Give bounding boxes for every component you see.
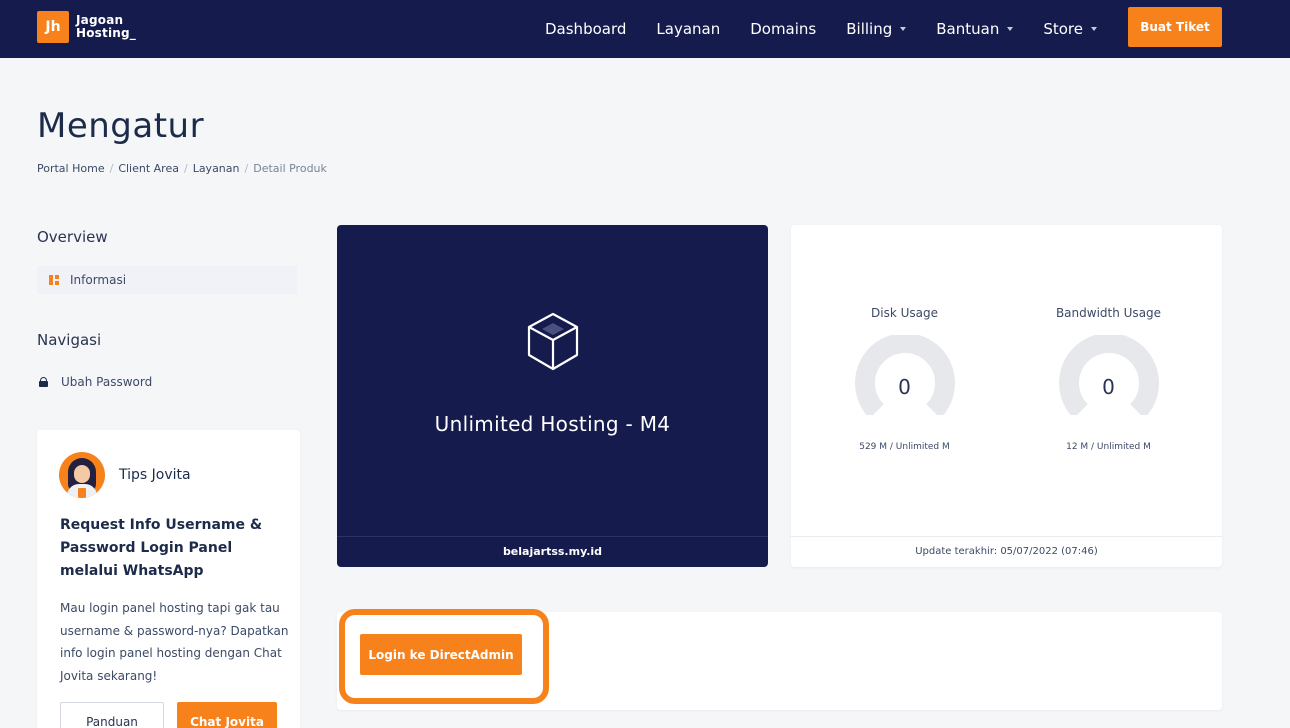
nav-layanan[interactable]: Layanan (656, 20, 720, 38)
caret-down-icon (900, 27, 907, 31)
bandwidth-usage-value: 0 (1102, 375, 1115, 399)
avatar (59, 452, 105, 498)
dashboard-icon (49, 275, 59, 285)
logo-mark-icon: Jh (37, 11, 69, 43)
breadcrumb-current: Detail Produk (253, 162, 327, 175)
usage-card: Disk Usage 0 529 M / Unlimited M Bandwid… (791, 225, 1222, 567)
nav-billing[interactable]: Billing (846, 20, 907, 38)
page-title: Mengatur (37, 106, 205, 146)
guide-button[interactable]: Panduan (60, 702, 164, 728)
login-directadmin-button[interactable]: Login ke DirectAdmin (360, 634, 522, 675)
disk-usage-detail: 529 M / Unlimited M (859, 442, 950, 452)
disk-usage-label: Disk Usage (871, 306, 938, 320)
overview-heading: Overview (37, 228, 108, 246)
brand-logo[interactable]: Jh Jagoan Hosting_ (37, 11, 136, 43)
bandwidth-usage-panel: Bandwidth Usage 0 12 M / Unlimited M (1001, 225, 1216, 536)
caret-down-icon (1090, 27, 1097, 31)
create-ticket-button[interactable]: Buat Tiket (1128, 7, 1222, 47)
breadcrumb-separator: / (183, 162, 188, 175)
breadcrumb: Portal Home / Client Area / Layanan / De… (37, 162, 327, 175)
usage-updated-timestamp: Update terakhir: 05/07/2022 (07:46) (791, 536, 1222, 567)
tips-title: Tips Jovita (119, 467, 191, 483)
breadcrumb-separator: / (244, 162, 249, 175)
product-name: Unlimited Hosting - M4 (434, 412, 671, 436)
tips-headline: Request Info Username & Password Login P… (60, 517, 263, 579)
breadcrumb-separator: / (109, 162, 114, 175)
package-box-icon (527, 312, 579, 371)
nav-links: Dashboard Layanan Domains Billing Bantua… (530, 0, 1112, 58)
disk-usage-panel: Disk Usage 0 529 M / Unlimited M (797, 225, 1012, 536)
breadcrumb-layanan[interactable]: Layanan (193, 162, 240, 175)
chat-jovita-button[interactable]: Chat Jovita (177, 702, 277, 728)
bandwidth-usage-label: Bandwidth Usage (1055, 306, 1162, 320)
breadcrumb-portal-home[interactable]: Portal Home (37, 162, 105, 175)
sidebar-item-change-password[interactable]: Ubah Password (37, 375, 152, 389)
logo-text: Jagoan Hosting_ (76, 14, 136, 40)
product-card: Unlimited Hosting - M4 belajartss.my.id (337, 225, 768, 567)
logo-line-2: Hosting_ (76, 26, 137, 40)
tips-card: Tips Jovita Request Info Username & Pass… (37, 430, 300, 728)
nav-store[interactable]: Store (1043, 20, 1097, 38)
nav-domains[interactable]: Domains (750, 20, 816, 38)
navigation-heading: Navigasi (37, 331, 102, 349)
lock-icon (39, 377, 48, 387)
breadcrumb-client-area[interactable]: Client Area (118, 162, 179, 175)
tips-body: Mau login panel hosting tapi gak tau use… (60, 601, 289, 683)
product-domain: belajartss.my.id (337, 536, 768, 567)
top-navbar: Jh Jagoan Hosting_ Dashboard Layanan Dom… (0, 0, 1290, 58)
nav-bantuan[interactable]: Bantuan (936, 20, 1014, 38)
sidebar-item-label: Informasi (70, 273, 127, 287)
sidebar-item-label: Ubah Password (61, 375, 153, 389)
bandwidth-usage-detail: 12 M / Unlimited M (1066, 442, 1151, 452)
sidebar-item-informasi[interactable]: Informasi (37, 266, 297, 294)
caret-down-icon (1007, 27, 1014, 31)
nav-dashboard[interactable]: Dashboard (545, 20, 626, 38)
disk-usage-value: 0 (898, 375, 911, 399)
